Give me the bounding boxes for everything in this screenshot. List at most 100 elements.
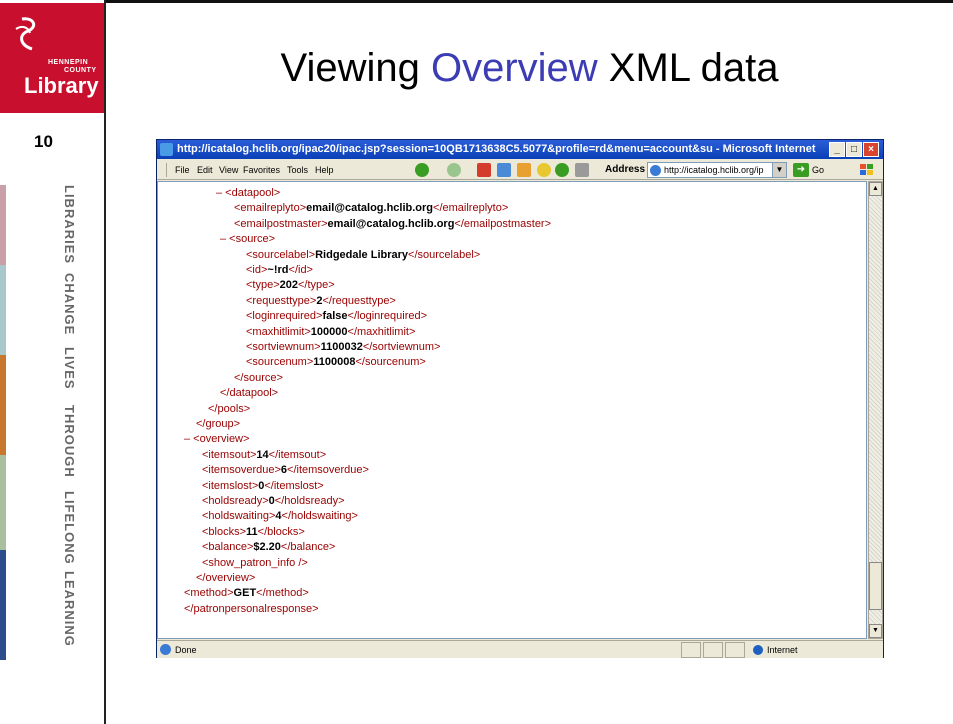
internet-zone-icon bbox=[753, 645, 763, 655]
scroll-thumb[interactable] bbox=[869, 562, 882, 610]
forward-icon[interactable] bbox=[447, 163, 461, 177]
page-done-icon bbox=[160, 644, 171, 655]
left-panel: HENNEPIN COUNTY Library 10 LIBRARIES CHA… bbox=[0, 0, 106, 724]
xml-line: <emailreplyto>email@catalog.hclib.org</e… bbox=[234, 202, 509, 215]
title-suffix: XML data bbox=[597, 46, 779, 90]
xml-line: </datapool> bbox=[220, 387, 279, 400]
address-input[interactable]: http://icatalog.hclib.org/ip ▼ bbox=[647, 162, 787, 178]
back-icon[interactable] bbox=[415, 163, 429, 177]
menu-help[interactable]: Help bbox=[315, 165, 334, 175]
xml-line: </patronpersonalresponse> bbox=[184, 602, 319, 615]
xml-line: <method>GET</method> bbox=[184, 587, 309, 600]
go-arrow-icon[interactable]: ➜ bbox=[793, 163, 809, 177]
close-button[interactable]: × bbox=[863, 142, 879, 157]
color-strip-4 bbox=[0, 455, 6, 550]
xml-value: false bbox=[322, 310, 348, 323]
xml-value: 0 bbox=[268, 495, 275, 507]
ie-icon bbox=[160, 143, 173, 156]
xml-value: 1100008 bbox=[313, 356, 356, 369]
tagline-word: LIFELONG bbox=[62, 491, 77, 565]
menu-tools[interactable]: Tools bbox=[287, 165, 308, 175]
menubar: File Edit View Favorites Tools Help Addr… bbox=[157, 160, 883, 180]
xml-line: <show_patron_info /> bbox=[202, 556, 308, 569]
xml-line: <loginrequired>false</loginrequired> bbox=[246, 310, 428, 323]
scroll-up-icon[interactable]: ▲ bbox=[869, 182, 882, 196]
xml-line: <balance>$2.20</balance> bbox=[202, 541, 336, 554]
mail-icon[interactable] bbox=[575, 163, 589, 177]
xml-value: GET bbox=[233, 587, 257, 600]
menu-edit[interactable]: Edit bbox=[197, 165, 213, 175]
library-logo: HENNEPIN COUNTY Library bbox=[0, 3, 104, 113]
color-strip-2 bbox=[0, 265, 6, 355]
minimize-button[interactable]: _ bbox=[829, 142, 845, 157]
xml-content: – <datapool> <emailreplyto>email@catalog.… bbox=[157, 181, 867, 639]
browser-window: http://icatalog.hclib.org/ipac20/ipac.js… bbox=[156, 139, 884, 658]
refresh-icon[interactable] bbox=[497, 163, 511, 177]
xml-value: Ridgedale Library bbox=[315, 248, 409, 261]
chevron-down-icon[interactable]: ▼ bbox=[772, 163, 786, 177]
xml-line: <itemslost>0</itemslost> bbox=[202, 479, 324, 492]
menu-file[interactable]: File bbox=[175, 165, 190, 175]
color-strip-5 bbox=[0, 550, 6, 660]
xml-line: <type>202</type> bbox=[246, 279, 335, 292]
xml-value: 14 bbox=[256, 448, 269, 461]
menu-view[interactable]: View bbox=[219, 165, 238, 175]
slide-title: Viewing Overview XML data bbox=[106, 46, 953, 91]
xml-value: 4 bbox=[275, 510, 282, 523]
xml-value: 202 bbox=[279, 279, 298, 292]
tagline-word: CHANGE bbox=[62, 273, 77, 336]
slide-top-rule bbox=[0, 0, 953, 3]
xml-line[interactable]: – <datapool> bbox=[216, 186, 280, 200]
xml-line: </source> bbox=[234, 371, 283, 384]
xml-line: <sourcenum>1100008</sourcenum> bbox=[246, 356, 426, 369]
xml-line: </group> bbox=[196, 418, 241, 430]
logo-text-library: Library bbox=[24, 73, 99, 98]
page-icon bbox=[650, 165, 661, 176]
xml-value: 100000 bbox=[310, 325, 348, 338]
xml-line[interactable]: – <source> bbox=[220, 232, 275, 246]
xml-line: <requesttype>2</requesttype> bbox=[246, 294, 396, 307]
history-icon[interactable] bbox=[555, 163, 569, 177]
status-pane bbox=[703, 642, 723, 658]
go-button[interactable]: Go bbox=[812, 165, 824, 175]
xml-value: ~!rd bbox=[267, 264, 289, 276]
xml-line: <id>~!rd</id> bbox=[246, 264, 313, 276]
xml-line: <blocks>11</blocks> bbox=[202, 525, 305, 538]
xml-line[interactable]: – <overview> bbox=[184, 432, 249, 446]
color-strip-3 bbox=[0, 355, 6, 455]
menu-favorites[interactable]: Favorites bbox=[243, 165, 280, 175]
windows-logo-icon bbox=[860, 164, 873, 175]
browser-titlebar[interactable]: http://icatalog.hclib.org/ipac20/ipac.js… bbox=[157, 140, 883, 159]
xml-value: 2 bbox=[316, 294, 323, 307]
xml-value: 6 bbox=[280, 464, 288, 477]
xml-line: </overview> bbox=[196, 572, 256, 584]
xml-value: 1100032 bbox=[320, 341, 363, 353]
tagline: LIBRARIES CHANGE LIVES THROUGH LIFELONG … bbox=[62, 185, 82, 655]
tagline-word: LEARNING bbox=[62, 571, 77, 647]
maximize-button[interactable]: □ bbox=[846, 142, 862, 157]
stop-icon[interactable] bbox=[477, 163, 491, 177]
status-text: Done bbox=[175, 645, 197, 655]
title-prefix: Viewing bbox=[280, 46, 431, 90]
xml-value: $2.20 bbox=[253, 541, 281, 554]
vertical-scrollbar[interactable]: ▲ ▼ bbox=[868, 181, 883, 639]
xml-line: <itemsout>14</itemsout> bbox=[202, 448, 327, 461]
xml-line: </pools> bbox=[208, 402, 251, 415]
status-pane bbox=[681, 642, 701, 658]
xml-line: <sourcelabel>Ridgedale Library</sourcela… bbox=[246, 248, 481, 261]
tagline-word: THROUGH bbox=[62, 405, 77, 478]
xml-line: <emailpostmaster>email@catalog.hclib.org… bbox=[234, 217, 552, 230]
scroll-down-icon[interactable]: ▼ bbox=[869, 624, 882, 638]
menubar-grip bbox=[166, 163, 168, 177]
status-pane bbox=[725, 642, 745, 658]
favorites-icon[interactable] bbox=[537, 163, 551, 177]
xml-line: <itemsoverdue>6</itemsoverdue> bbox=[202, 464, 369, 477]
browser-title: http://icatalog.hclib.org/ipac20/ipac.js… bbox=[177, 143, 817, 155]
logo-text-hennepin: HENNEPIN bbox=[48, 59, 89, 66]
home-icon[interactable] bbox=[517, 163, 531, 177]
logo-swirl-icon bbox=[15, 17, 36, 51]
xml-line: <holdsready>0</holdsready> bbox=[202, 495, 345, 507]
xml-value: email@catalog.hclib.org bbox=[306, 202, 434, 215]
slide-number: 10 bbox=[34, 132, 53, 151]
tagline-word: LIVES bbox=[62, 347, 77, 390]
